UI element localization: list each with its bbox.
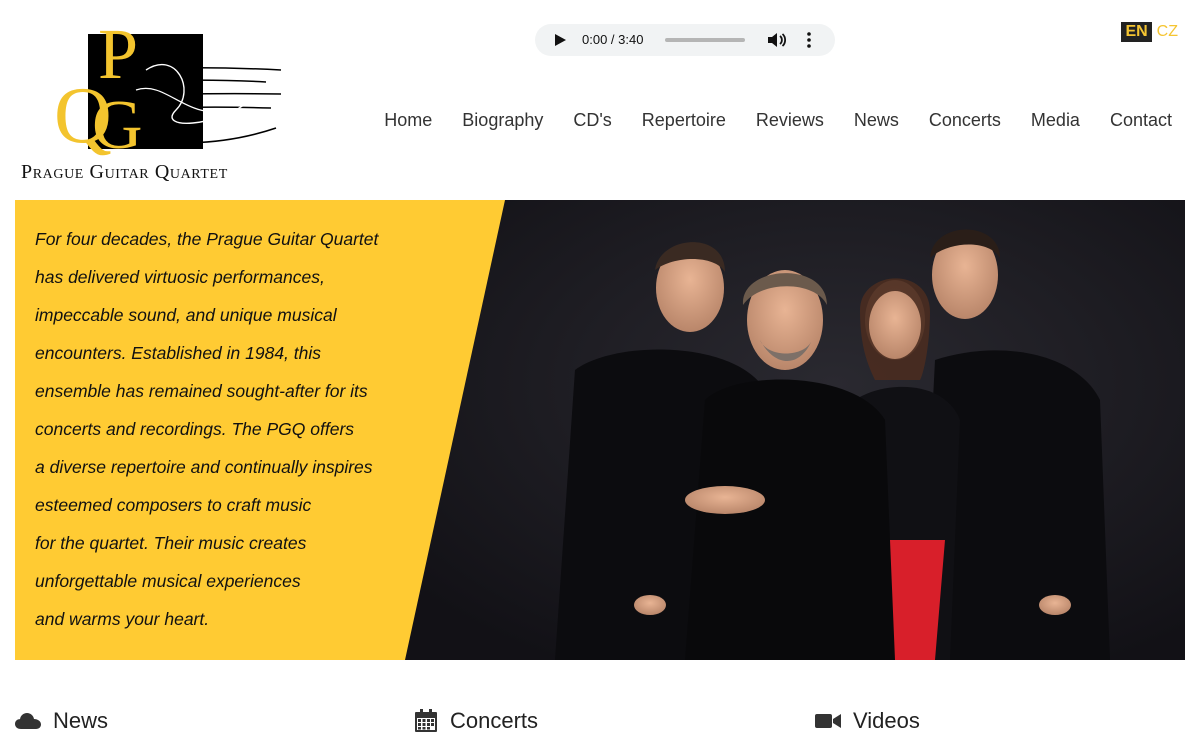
hero-line: For four decades, the Prague Guitar Quar… [35, 229, 379, 249]
nav-home[interactable]: Home [384, 110, 432, 131]
play-icon[interactable] [555, 34, 566, 46]
videos-heading[interactable]: Videos [815, 708, 920, 734]
hero-line: impeccable sound, and unique musical [35, 305, 337, 325]
hero-line: unforgettable musical experiences [35, 571, 301, 591]
logo-letter-g: G [92, 87, 143, 160]
nav-news[interactable]: News [854, 110, 899, 131]
audio-seek-bar[interactable] [665, 38, 745, 42]
volume-icon[interactable] [767, 32, 787, 48]
concerts-title: Concerts [450, 708, 539, 733]
hero-line: for the quartet. Their music creates [35, 533, 307, 553]
lang-cz[interactable]: CZ [1155, 22, 1180, 42]
calendar-icon [415, 709, 437, 732]
hero-line: a diverse repertoire and continually ins… [35, 457, 373, 477]
nav-concerts[interactable]: Concerts [929, 110, 1001, 131]
nav-reviews[interactable]: Reviews [756, 110, 824, 131]
cloud-icon [15, 713, 41, 729]
logo-wordmark: Prague Guitar Quartet [21, 161, 228, 183]
nav-cds[interactable]: CD's [573, 110, 611, 131]
hero-intro-text: For four decades, the Prague Guitar Quar… [35, 220, 435, 638]
nav-contact[interactable]: Contact [1110, 110, 1172, 131]
news-title: News [53, 708, 109, 733]
nav-repertoire[interactable]: Repertoire [642, 110, 726, 131]
hero-line: encounters. Established in 1984, this [35, 343, 322, 363]
hero-line: and warms your heart. [35, 609, 210, 629]
logo-mark: P Q G [54, 14, 282, 160]
hero-banner: For four decades, the Prague Guitar Quar… [15, 200, 1185, 660]
hero-line: esteemed composers to craft music [35, 495, 312, 515]
language-switcher: EN CZ [1121, 22, 1180, 42]
video-camera-icon [815, 714, 841, 728]
hero-line: ensemble has remained sought-after for i… [35, 381, 368, 401]
logo[interactable]: P Q G Prague Guitar Quartet [18, 10, 282, 188]
videos-title: Videos [853, 708, 920, 733]
nav-media[interactable]: Media [1031, 110, 1080, 131]
audio-time: 0:00 / 3:40 [582, 32, 644, 47]
main-nav: Home Biography CD's Repertoire Reviews N… [384, 110, 1172, 131]
news-heading[interactable]: News [15, 708, 108, 734]
hero-line: concerts and recordings. The PGQ offers [35, 419, 355, 439]
audio-player[interactable]: 0:00 / 3:40 [535, 24, 835, 56]
lang-en[interactable]: EN [1121, 22, 1152, 42]
hero-line: has delivered virtuosic performances, [35, 267, 325, 287]
more-options-icon[interactable] [805, 31, 813, 49]
nav-biography[interactable]: Biography [462, 110, 543, 131]
concerts-heading[interactable]: Concerts [414, 708, 538, 734]
